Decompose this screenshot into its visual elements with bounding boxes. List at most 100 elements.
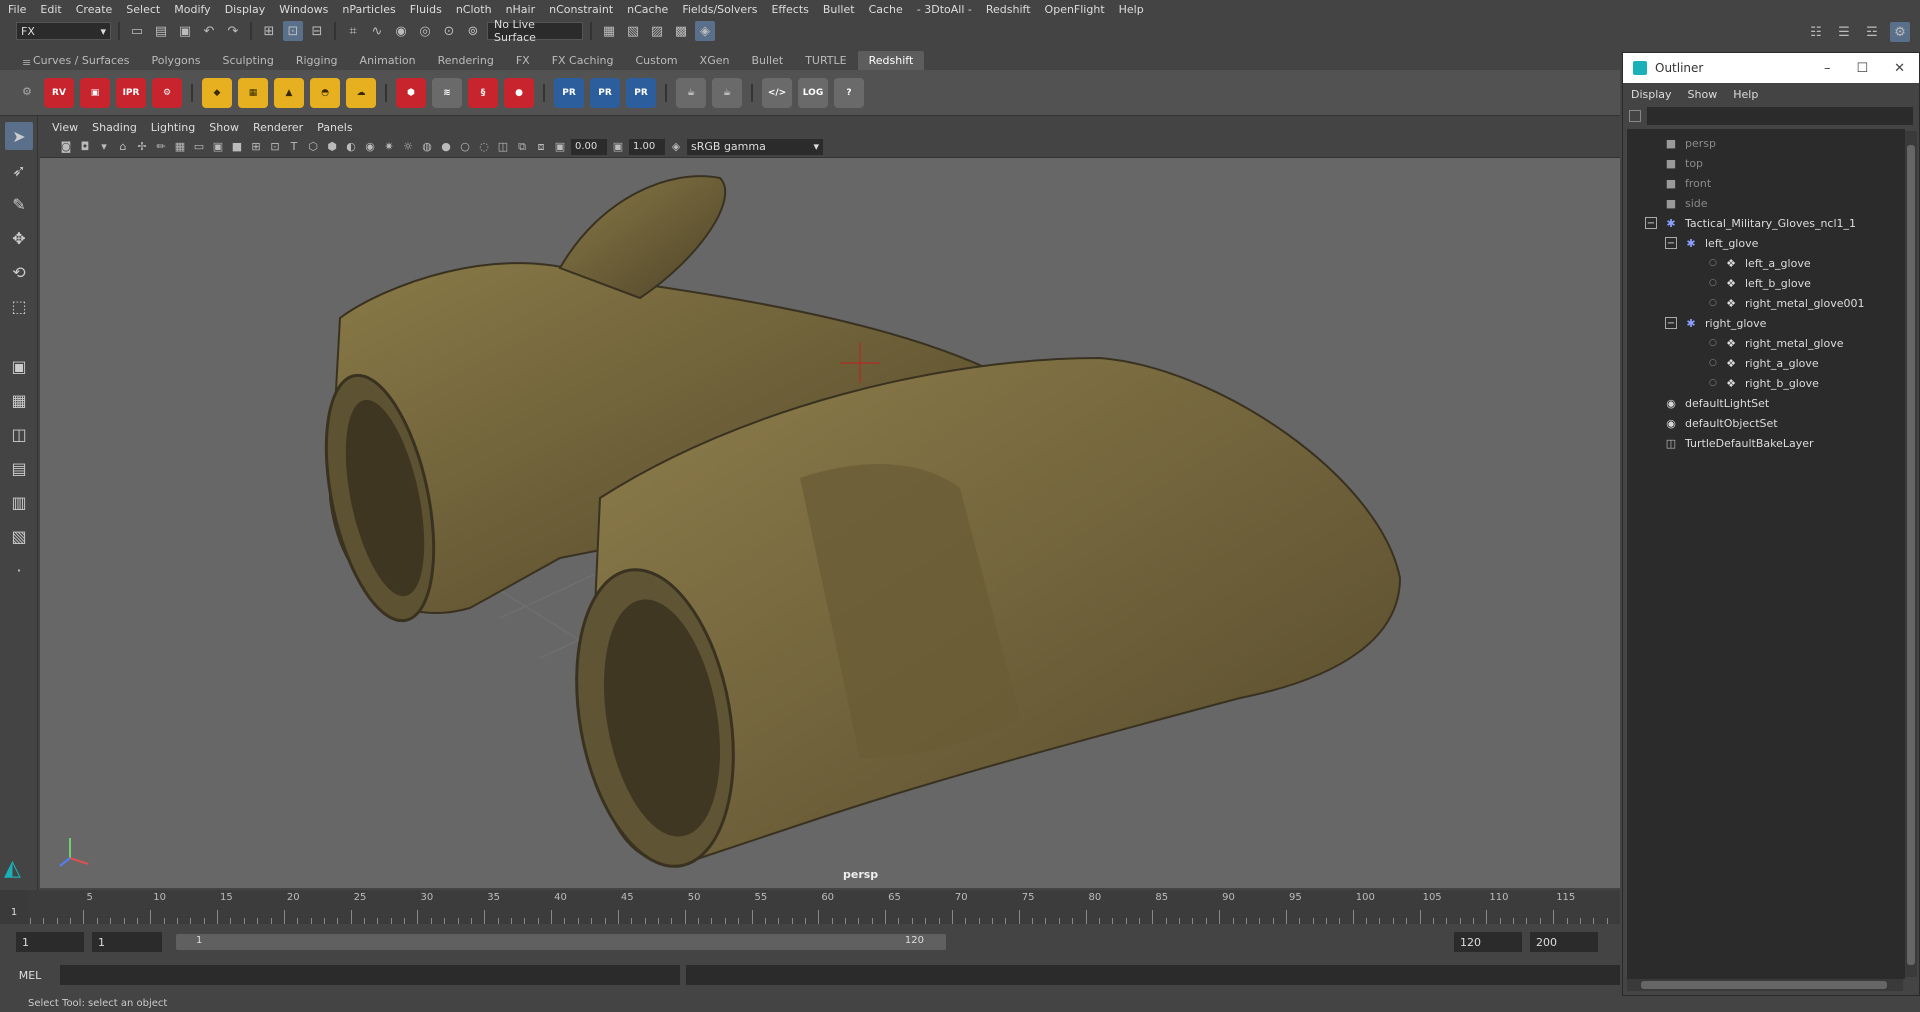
- script-editor-icon[interactable]: </>: [762, 77, 792, 108]
- collapse-icon[interactable]: −: [1665, 317, 1677, 329]
- menu-help[interactable]: Help: [1119, 3, 1144, 16]
- menu-cache[interactable]: Cache: [869, 3, 903, 16]
- open-scene-icon[interactable]: ▤: [151, 21, 171, 41]
- grid-icon[interactable]: ▦: [172, 139, 188, 155]
- menu-nparticles[interactable]: nParticles: [342, 3, 395, 16]
- safe-action-icon[interactable]: ⊡: [267, 139, 283, 155]
- menu-3dtoall[interactable]: - 3DtoAll -: [917, 3, 972, 16]
- teapot-alt-icon[interactable]: ☕: [712, 77, 742, 108]
- color-management-icon[interactable]: ◈: [668, 139, 684, 155]
- menu-effects[interactable]: Effects: [771, 3, 808, 16]
- shelf-tab-custom[interactable]: Custom: [625, 51, 689, 70]
- outliner-item[interactable]: ○ ❖ right_b_glove: [1709, 373, 1819, 393]
- filter-toggle-icon[interactable]: [1629, 110, 1641, 122]
- select-object-icon[interactable]: ⊡: [283, 21, 303, 41]
- modeling-toolkit-icon[interactable]: ⚙: [1890, 22, 1910, 42]
- sphere-material-icon[interactable]: ●: [504, 77, 534, 108]
- panel-menu-show[interactable]: Show: [209, 121, 239, 134]
- volume-icon[interactable]: §: [468, 77, 498, 108]
- redshift-ipr-icon[interactable]: IPR: [116, 77, 146, 108]
- hypershade-icon[interactable]: ◈: [695, 21, 715, 41]
- undo-icon[interactable]: ↶: [199, 21, 219, 41]
- redshift-render-view-icon[interactable]: RV: [44, 77, 74, 108]
- motion-blur-icon[interactable]: ●: [438, 139, 454, 155]
- select-component-icon[interactable]: ⊟: [307, 21, 327, 41]
- panel-menu-view[interactable]: View: [52, 121, 78, 134]
- proxy-batch-icon[interactable]: PR: [626, 77, 656, 108]
- camera-attr-icon[interactable]: ◘: [77, 139, 93, 155]
- snap-grid-icon[interactable]: ⌗: [343, 21, 363, 41]
- shelf-tab-curves-surfaces[interactable]: Curves / Surfaces: [22, 51, 141, 70]
- image-plane-icon[interactable]: ⌂: [115, 139, 131, 155]
- outliner-search-input[interactable]: [1647, 107, 1913, 125]
- outliner-item[interactable]: ◫ TurtleDefaultBakeLayer: [1663, 433, 1814, 453]
- spot-light-icon[interactable]: ▲: [274, 77, 304, 108]
- outliner-item[interactable]: ■ top: [1663, 153, 1703, 173]
- menu-ncloth[interactable]: nCloth: [456, 3, 492, 16]
- outliner-item[interactable]: − ✱ right_glove: [1665, 313, 1766, 333]
- render-frame-icon[interactable]: ▧: [623, 21, 643, 41]
- menu-nconstraint[interactable]: nConstraint: [549, 3, 613, 16]
- minimize-icon[interactable]: –: [1824, 61, 1831, 76]
- outliner-item[interactable]: ◉ defaultObjectSet: [1663, 413, 1777, 433]
- shelf-tab-bullet[interactable]: Bullet: [740, 51, 794, 70]
- time-ruler[interactable]: 5 10 15 20 25 30 35 40 45 50 55 60 65 70 75 80 85 90 95 100…: [30, 890, 1620, 924]
- panel-menu-shading[interactable]: Shading: [92, 121, 137, 134]
- new-scene-icon[interactable]: ▭: [127, 21, 147, 41]
- tool-settings-icon[interactable]: ☰: [1834, 22, 1854, 42]
- animation-start-field[interactable]: 1: [16, 932, 84, 952]
- menu-create[interactable]: Create: [76, 3, 113, 16]
- view-transform-select[interactable]: sRGB gamma ▾: [687, 138, 823, 155]
- scale-tool-icon[interactable]: ⬚: [5, 292, 33, 320]
- exposure-field[interactable]: 0.00: [571, 138, 607, 155]
- redshift-render-icon[interactable]: ▣: [80, 77, 110, 108]
- shelf-menu-icon[interactable]: ≡: [22, 56, 31, 69]
- log-icon[interactable]: LOG: [798, 77, 828, 108]
- proxy-import-icon[interactable]: PR: [590, 77, 620, 108]
- wireframe-icon[interactable]: ⬡: [305, 139, 321, 155]
- gate-mask-icon[interactable]: ■: [229, 139, 245, 155]
- render-settings-icon[interactable]: ▩: [671, 21, 691, 41]
- menu-bullet[interactable]: Bullet: [823, 3, 855, 16]
- grease-pencil-icon[interactable]: ✏: [153, 139, 169, 155]
- panel-menu-lighting[interactable]: Lighting: [151, 121, 195, 134]
- shelf-tab-fx[interactable]: FX: [505, 51, 541, 70]
- use-all-lights-icon[interactable]: ✷: [381, 139, 397, 155]
- maximize-icon[interactable]: ☐: [1856, 61, 1868, 76]
- four-view-layout-icon[interactable]: ▦: [5, 386, 33, 414]
- outliner-item[interactable]: ○ ❖ left_a_glove: [1709, 253, 1811, 273]
- more-layouts-icon[interactable]: ·: [5, 556, 33, 584]
- save-scene-icon[interactable]: ▣: [175, 21, 195, 41]
- proxy-export-icon[interactable]: PR: [554, 77, 584, 108]
- shelf-tab-xgen[interactable]: XGen: [689, 51, 741, 70]
- select-tool-icon[interactable]: ➤: [5, 122, 33, 150]
- textured-icon[interactable]: ◉: [362, 139, 378, 155]
- help-icon[interactable]: ?: [834, 77, 864, 108]
- xray-icon[interactable]: ⧉: [514, 139, 530, 155]
- snap-view-icon[interactable]: ◎: [415, 21, 435, 41]
- snap-surface-icon[interactable]: ⊙: [439, 21, 459, 41]
- gamma-toggle-icon[interactable]: ▣: [610, 139, 626, 155]
- render-view-icon[interactable]: ▦: [599, 21, 619, 41]
- menu-set-selector[interactable]: FX ▾: [16, 22, 111, 40]
- outliner-item[interactable]: ■ side: [1663, 193, 1708, 213]
- hair-icon[interactable]: ≋: [432, 77, 462, 108]
- shelf-tab-rendering[interactable]: Rendering: [427, 51, 505, 70]
- 2d-pan-icon[interactable]: ✢: [134, 139, 150, 155]
- persp-graph-layout-icon[interactable]: ▤: [5, 454, 33, 482]
- collapse-icon[interactable]: −: [1665, 237, 1677, 249]
- collapse-icon[interactable]: −: [1645, 217, 1657, 229]
- paint-select-tool-icon[interactable]: ✎: [5, 190, 33, 218]
- menu-edit[interactable]: Edit: [40, 3, 61, 16]
- persp-outliner-layout-icon[interactable]: ▥: [5, 488, 33, 516]
- outliner-item[interactable]: ■ persp: [1663, 133, 1716, 153]
- field-chart-icon[interactable]: ⊞: [248, 139, 264, 155]
- menu-openflight[interactable]: OpenFlight: [1045, 3, 1105, 16]
- menu-file[interactable]: File: [8, 3, 26, 16]
- outliner-horizontal-scrollbar[interactable]: [1627, 979, 1903, 991]
- outliner-item[interactable]: ○ ❖ right_a_glove: [1709, 353, 1819, 373]
- dome-light-icon[interactable]: ◓: [310, 77, 340, 108]
- menu-fluids[interactable]: Fluids: [410, 3, 442, 16]
- time-slider[interactable]: 1 5 10 15 20 25 30 35 40 45 50 55 60 65 70 75 80 85 90 95 1…: [0, 890, 1620, 924]
- panel-menu-renderer[interactable]: Renderer: [253, 121, 303, 134]
